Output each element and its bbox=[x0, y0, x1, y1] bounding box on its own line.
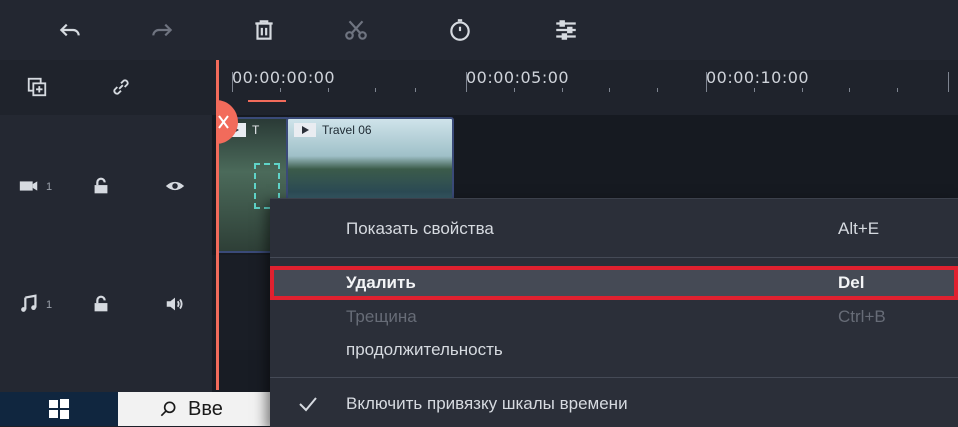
menu-item-label: Показать свойства bbox=[346, 219, 494, 238]
audio-track-number: 1 bbox=[46, 299, 53, 311]
context-menu: Показать свойства Alt+E Удалить Del Трещ… bbox=[270, 198, 958, 427]
minor-tick bbox=[754, 88, 755, 92]
delete-icon[interactable] bbox=[248, 14, 280, 46]
search-icon bbox=[160, 401, 176, 417]
minor-tick bbox=[657, 88, 658, 92]
menu-item-duration[interactable]: продолжительность bbox=[270, 333, 958, 367]
start-button[interactable] bbox=[0, 392, 118, 426]
video-track-icon bbox=[14, 171, 44, 201]
menu-item-enable-timeline-snap[interactable]: Включить привязку шкалы времени bbox=[270, 387, 958, 421]
taskbar-search-box[interactable]: Вве bbox=[118, 392, 278, 426]
link-icon[interactable] bbox=[106, 72, 136, 102]
playhead-handle[interactable] bbox=[206, 100, 240, 144]
speed-icon[interactable] bbox=[444, 14, 476, 46]
menu-item-delete[interactable]: Удалить Del bbox=[270, 266, 958, 300]
redo-icon[interactable] bbox=[146, 14, 178, 46]
menu-item-show-properties[interactable]: Показать свойства Alt+E bbox=[270, 212, 958, 246]
minor-tick bbox=[514, 88, 515, 92]
checkmark-icon bbox=[299, 397, 317, 412]
minor-tick bbox=[802, 88, 803, 92]
clip-1-title: T bbox=[252, 123, 260, 137]
menu-item-split[interactable]: Трещина Ctrl+B bbox=[270, 300, 958, 334]
menu-item-label: продолжительность bbox=[346, 340, 503, 359]
minor-tick bbox=[415, 88, 416, 92]
add-track-icon[interactable] bbox=[22, 72, 52, 102]
timecode-5: 00:00:05:00 bbox=[466, 68, 570, 87]
menu-item-shortcut: Del bbox=[838, 273, 865, 292]
menu-item-shortcut: Alt+E bbox=[838, 219, 880, 238]
timeline-ruler[interactable]: 00:00:00:00 00:00:05:00 00:00:10:00 bbox=[212, 60, 958, 115]
music-note-icon bbox=[14, 289, 44, 319]
minor-tick bbox=[280, 88, 281, 92]
visibility-eye-icon[interactable] bbox=[160, 171, 190, 201]
play-icon bbox=[294, 123, 316, 137]
taskbar-search-text: Вве bbox=[188, 397, 223, 420]
menu-item-label: Трещина bbox=[346, 307, 417, 326]
menu-item-label: Включить привязку шкалы времени bbox=[346, 394, 628, 413]
unlock-icon[interactable] bbox=[86, 171, 116, 201]
major-tick bbox=[948, 72, 949, 92]
clip-2-title: Travel 06 bbox=[322, 123, 372, 137]
minor-tick bbox=[375, 88, 376, 92]
video-track-header: 1 bbox=[0, 115, 212, 255]
timecode-10: 00:00:10:00 bbox=[706, 68, 810, 87]
video-track-number: 1 bbox=[46, 181, 53, 193]
editor-toolbar bbox=[0, 0, 958, 60]
minor-tick bbox=[897, 88, 898, 92]
timeline-ruler-row: 00:00:00:00 00:00:05:00 00:00:10:00 bbox=[0, 60, 958, 115]
timecode-0: 00:00:00:00 bbox=[232, 68, 336, 87]
speaker-icon[interactable] bbox=[160, 289, 190, 319]
minor-tick bbox=[562, 88, 563, 92]
adjust-icon[interactable] bbox=[550, 14, 582, 46]
major-tick bbox=[232, 72, 233, 92]
menu-item-label: Удалить bbox=[346, 273, 416, 292]
minor-tick bbox=[849, 88, 850, 92]
menu-separator bbox=[270, 257, 958, 258]
split-icon[interactable] bbox=[340, 14, 372, 46]
clip-2-label: Travel 06 bbox=[294, 123, 372, 137]
audio-track-header: 1 bbox=[0, 255, 212, 350]
undo-icon[interactable] bbox=[54, 14, 86, 46]
minor-tick bbox=[609, 88, 610, 92]
unlock-icon[interactable] bbox=[86, 289, 116, 319]
windows-logo-icon bbox=[49, 399, 69, 419]
major-tick bbox=[466, 72, 467, 92]
minor-tick bbox=[328, 88, 329, 92]
playhead-range-marker bbox=[248, 100, 286, 102]
major-tick bbox=[706, 72, 707, 92]
menu-item-shortcut: Ctrl+B bbox=[838, 307, 886, 326]
empty-track-header bbox=[0, 350, 212, 392]
menu-separator bbox=[270, 377, 958, 378]
